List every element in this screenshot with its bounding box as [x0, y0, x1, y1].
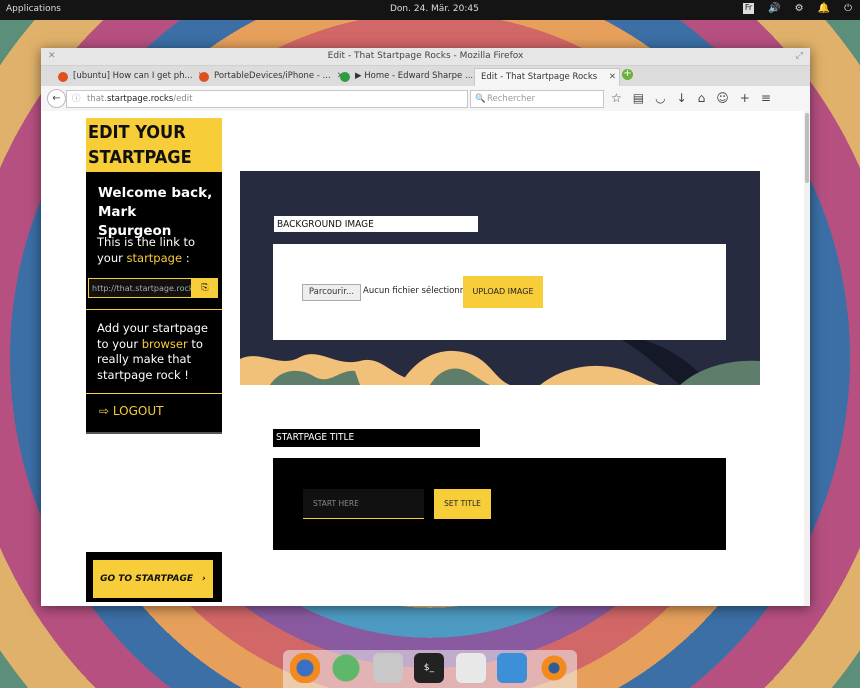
upload-image-button[interactable]: UPLOAD IMAGE	[463, 276, 543, 308]
url-host-prefix: that.	[87, 94, 107, 104]
chat-icon[interactable]: ☺	[716, 91, 729, 105]
logout-button[interactable]: ⇨ LOGOUT	[99, 404, 163, 418]
goto-startpage-button[interactable]: GO TO STARTPAGE ›	[93, 560, 213, 598]
menu-icon[interactable]: ≡	[761, 91, 771, 105]
upload-form: Parcourir... Aucun fichier sélectionné. …	[273, 244, 726, 340]
download-icon[interactable]: ↓	[677, 91, 687, 105]
set-title-button[interactable]: SET TITLE	[434, 489, 491, 519]
background-image-label: BACKGROUND IMAGE	[273, 215, 479, 233]
scrollbar[interactable]	[804, 111, 810, 606]
add-to-browser-text: Add your startpage to your browser to re…	[97, 321, 208, 382]
power-icon[interactable]: ⏻	[844, 3, 852, 14]
blender-icon[interactable]	[539, 653, 569, 683]
url-path: /edit	[173, 94, 193, 104]
welcome-text: Welcome back, Mark Spurgeon	[98, 185, 213, 239]
search-input[interactable]: 🔍 Rechercher	[470, 90, 604, 108]
tab-label: Edit - That Startpage Rocks	[481, 72, 598, 82]
divider	[86, 393, 222, 394]
settings-toggle-icon[interactable]	[456, 653, 486, 683]
home-icon[interactable]: ⌂	[698, 91, 706, 105]
firefox-window: ✕ Edit - That Startpage Rocks - Mozilla …	[41, 48, 810, 606]
search-placeholder: Rechercher	[487, 94, 536, 104]
ubuntu-favicon-icon	[58, 72, 68, 82]
title-form: START HERE SET TITLE	[273, 458, 726, 550]
tab-bar: [ubuntu] How can I get ph... ✕ PortableD…	[41, 66, 810, 86]
system-tray: Fr 🔊 ⚙ 🔔 ⏻	[742, 3, 852, 14]
multitasking-icon[interactable]	[497, 653, 527, 683]
atom-icon[interactable]	[331, 653, 361, 683]
close-tab-icon[interactable]: ✕	[609, 69, 616, 86]
window-titlebar: ✕ Edit - That Startpage Rocks - Mozilla …	[41, 48, 810, 66]
tab-portabledevices[interactable]: PortableDevices/iPhone - ... ✕	[196, 68, 344, 85]
toolbar-icons: ☆ ▤ ◡ ↓ ⌂ ☺ + ≡	[611, 91, 771, 105]
files-icon[interactable]	[373, 653, 403, 683]
page-heading: EDIT YOUR STARTPAGE	[86, 118, 222, 172]
startpage-link-text: This is the link to your startpage :	[97, 235, 196, 265]
search-icon: 🔍	[475, 94, 486, 104]
clock[interactable]: Don. 24. Mär. 20:45	[390, 4, 479, 14]
copy-link-button[interactable]: ⎘	[192, 278, 218, 298]
page-content: EDIT YOUR STARTPAGE Welcome back, Mark S…	[41, 111, 804, 606]
applications-menu[interactable]: Applications	[6, 4, 61, 14]
chevron-right-icon: ›	[202, 574, 206, 584]
window-title: Edit - That Startpage Rocks - Mozilla Fi…	[327, 51, 524, 61]
system-top-bar: Applications Don. 24. Mär. 20:45 Fr 🔊 ⚙ …	[0, 0, 860, 20]
browse-button[interactable]: Parcourir...	[302, 284, 361, 301]
sidebar-panel: Welcome back, Mark Spurgeon This is the …	[86, 172, 222, 434]
spotify-favicon-icon	[340, 72, 350, 82]
dock: $_	[283, 650, 577, 688]
reading-list-icon[interactable]: ▤	[633, 91, 644, 105]
notifications-icon[interactable]: 🔔	[818, 3, 830, 14]
browser-link[interactable]: browser	[142, 337, 188, 351]
logout-icon: ⇨	[99, 404, 110, 418]
keyboard-layout-indicator[interactable]: Fr	[742, 3, 755, 14]
background-image-section: BACKGROUND IMAGE Parcourir... Aucun fich…	[240, 171, 760, 385]
navigation-bar: ← ⓘ that.startpage.rocks/edit ↻ 🔍 Recher…	[41, 86, 810, 112]
tab-label: ▶ Home - Edward Sharpe ...	[355, 71, 474, 81]
goto-startpage-panel: GO TO STARTPAGE ›	[86, 552, 222, 602]
logout-label: LOGOUT	[112, 404, 164, 418]
tab-ubuntu[interactable]: [ubuntu] How can I get ph... ✕	[55, 68, 205, 85]
title-input[interactable]: START HERE	[303, 489, 424, 519]
info-icon[interactable]: ⓘ	[72, 91, 81, 107]
startpage-word: startpage	[126, 251, 183, 265]
divider	[86, 309, 222, 310]
clipboard-icon: ⎘	[201, 283, 209, 293]
new-tab-icon[interactable]: +	[622, 69, 633, 80]
maximize-icon[interactable]: ⤢	[796, 48, 803, 65]
close-window-icon[interactable]: ✕	[48, 48, 56, 65]
ubuntu-favicon-icon	[199, 72, 209, 82]
firefox-icon[interactable]	[290, 653, 320, 683]
back-icon[interactable]: ←	[47, 89, 66, 108]
volume-icon[interactable]: 🔊	[768, 3, 780, 14]
tab-spotify[interactable]: ▶ Home - Edward Sharpe ... ✕	[337, 68, 485, 85]
no-file-text: Aucun fichier sélectionné.	[363, 286, 474, 296]
url-bar[interactable]: ⓘ that.startpage.rocks/edit ↻	[66, 90, 487, 108]
background-preview-image	[240, 339, 760, 385]
startpage-link-field[interactable]: http://that.startpage.rocks/5	[88, 278, 192, 298]
network-icon[interactable]: ⚙	[795, 3, 804, 14]
url-host: startpage.rocks	[106, 94, 174, 104]
add-icon[interactable]: +	[740, 91, 750, 105]
scrollbar-thumb[interactable]	[805, 113, 809, 183]
tab-edit-startpage[interactable]: Edit - That Startpage Rocks ✕	[474, 68, 620, 86]
startpage-title-label: STARTPAGE TITLE	[273, 429, 480, 447]
bookmark-star-icon[interactable]: ☆	[611, 91, 622, 105]
tab-label: PortableDevices/iPhone - ...	[214, 71, 331, 81]
tab-label: [ubuntu] How can I get ph...	[73, 71, 193, 81]
terminal-icon[interactable]: $_	[414, 653, 444, 683]
pocket-icon[interactable]: ◡	[655, 91, 665, 105]
